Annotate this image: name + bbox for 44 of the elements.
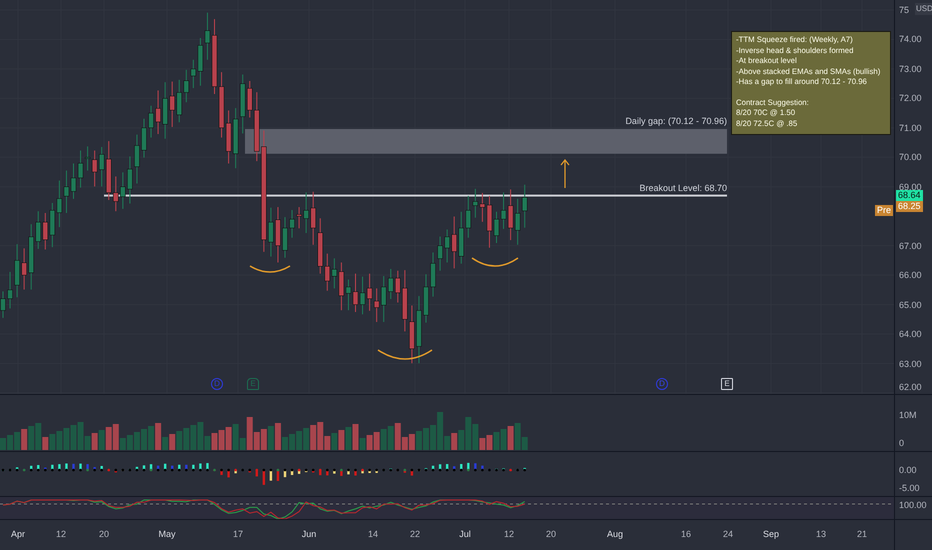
date-tick: 21 [857,528,867,540]
price-tick: 74.00 [899,33,922,46]
date-tick: May [158,528,176,540]
dividend-marker[interactable]: D [211,378,223,390]
date-tick: 20 [99,528,109,540]
price-tick: 69.00 [899,180,922,192]
premarket-label: Pre [874,205,893,216]
price-tick: 63.00 [899,358,922,371]
date-tick: 16 [681,528,691,540]
price-tick: 70.00 [899,151,922,164]
earnings-marker[interactable]: E [247,378,259,390]
volume-tick: 0 [899,437,904,450]
date-tick: 20 [546,528,556,540]
date-tick: Apr [11,528,25,540]
level-label: Breakout Level: 68.70 [639,182,727,194]
price-tick: 67.00 [899,240,922,253]
oscillator-tick: 100.00 [899,499,927,512]
price-tick: 75 [899,4,910,17]
date-tick: 12 [504,528,514,540]
date-tick: 17 [233,528,243,540]
price-tick: 62.00 [899,381,922,394]
price-tick: 73.00 [899,62,922,76]
volume-tick: 10M [899,409,917,422]
price-tick: 66.00 [899,269,922,282]
date-tick: Jul [459,528,471,540]
earnings-marker[interactable]: E [721,378,733,390]
gap-label: Daily gap: (70.12 - 70.96) [625,115,727,128]
date-tick: Jun [302,528,316,540]
price-tick: 71.00 [899,122,922,135]
price-tick: 65.00 [899,298,922,312]
date-tick: 22 [410,528,420,540]
date-tick: 13 [816,528,826,540]
momentum-tick: -5.00 [899,482,920,495]
date-tick: 24 [723,528,733,540]
price-tick: 64.00 [899,328,922,342]
last-price-badge: 68.64 [896,190,923,202]
momentum-tick: 0.00 [899,464,917,477]
premarket-price-badge: 68.25 [896,201,923,212]
date-tick: 14 [368,528,378,540]
date-tick: 12 [56,528,66,540]
dividend-marker[interactable]: D [656,378,668,390]
date-tick: Aug [607,528,623,540]
date-tick: Sep [763,528,779,540]
price-tick: 72.00 [899,92,922,106]
